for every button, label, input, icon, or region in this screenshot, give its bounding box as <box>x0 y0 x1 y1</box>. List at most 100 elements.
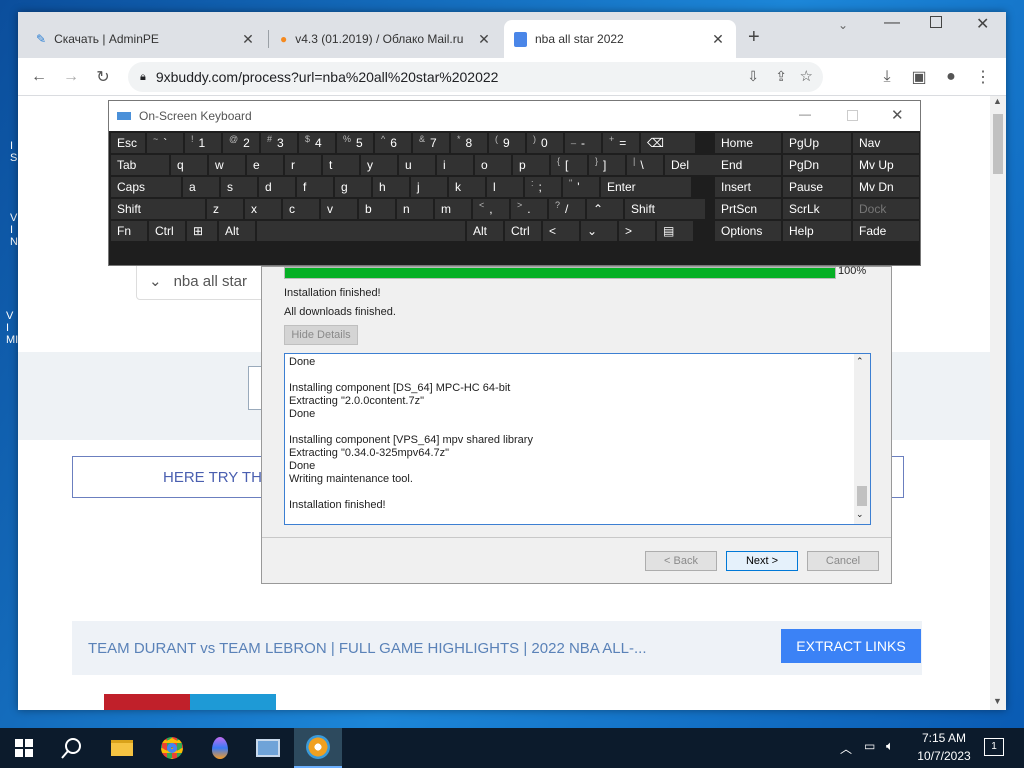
scroll-up-icon[interactable]: ⌃ <box>856 356 864 367</box>
osk-key[interactable]: ⊞ <box>187 221 217 241</box>
osk-key[interactable]: Tab <box>111 155 169 175</box>
osk-key[interactable]: k <box>449 177 485 197</box>
share-icon[interactable]: ⇪ <box>775 68 787 85</box>
sidebar-icon[interactable]: ▣ <box>908 66 930 88</box>
osk-key[interactable]: u <box>399 155 435 175</box>
osk-key[interactable] <box>257 221 465 241</box>
osk-key[interactable]: ! 1 <box>185 133 221 153</box>
next-button[interactable]: Next > <box>726 551 798 571</box>
menu-icon[interactable]: ⋮ <box>972 66 994 88</box>
file-explorer-icon[interactable] <box>98 728 146 768</box>
osk-nav-key[interactable]: PgUp <box>783 133 851 153</box>
osk-key[interactable]: ) 0 <box>527 133 563 153</box>
osk-key[interactable]: n <box>397 199 433 219</box>
osk-key[interactable]: ⌃ <box>587 199 623 219</box>
clock-time[interactable]: 7:15 AM <box>912 731 976 745</box>
osk-key[interactable]: * 8 <box>451 133 487 153</box>
osk-key[interactable]: {[ <box>551 155 587 175</box>
scroll-down-icon[interactable]: ▼ <box>993 696 1002 706</box>
osk-nav-key[interactable]: Mv Dn <box>853 177 919 197</box>
osk-nav-key[interactable]: Options <box>715 221 781 241</box>
osk-key[interactable]: & 7 <box>413 133 449 153</box>
osk-key[interactable]: w <box>209 155 245 175</box>
osk-nav-key[interactable]: Fade <box>853 221 919 241</box>
osk-key[interactable]: Alt <box>467 221 503 241</box>
download-icon[interactable]: ⤓ <box>876 66 898 88</box>
scroll-up-icon[interactable]: ▲ <box>993 96 1002 106</box>
osk-key[interactable]: e <box>247 155 283 175</box>
osk-key[interactable]: i <box>437 155 473 175</box>
osk-key[interactable]: | \ <box>627 155 663 175</box>
osk-key[interactable]: m <box>435 199 471 219</box>
tab-adminpe[interactable]: ✎ Скачать | AdminPE ✕ <box>26 20 266 58</box>
osk-key[interactable]: Enter <box>601 177 691 197</box>
notification-icon[interactable]: 1 <box>984 738 1004 756</box>
forward-arrow-icon[interactable]: → <box>60 66 82 88</box>
close-tab-icon[interactable]: ✕ <box>240 31 256 48</box>
osk-key[interactable]: q <box>171 155 207 175</box>
page-scrollbar[interactable]: ▲ ▼ <box>990 96 1006 710</box>
tab-nba[interactable]: nba all star 2022 ✕ <box>504 20 736 58</box>
cancel-button[interactable]: Cancel <box>807 551 879 571</box>
osk-key[interactable]: #3 <box>261 133 297 153</box>
osk-key[interactable]: d <box>259 177 295 197</box>
network-icon[interactable]: ▭ <box>864 739 875 753</box>
osk-key[interactable]: x <box>245 199 281 219</box>
osk-nav-key[interactable]: PgDn <box>783 155 851 175</box>
osk-key[interactable]: b <box>359 199 395 219</box>
scroll-thumb[interactable] <box>993 114 1003 174</box>
osk-key[interactable]: $4 <box>299 133 335 153</box>
osk-key[interactable]: Fn <box>111 221 147 241</box>
osk-key[interactable]: z <box>207 199 243 219</box>
osk-key[interactable]: > <box>619 221 655 241</box>
osk-key[interactable]: f <box>297 177 333 197</box>
osk-key[interactable]: _ - <box>565 133 601 153</box>
address-bar[interactable]: 🔒︎ 9xbuddy.com/process?url=nba%20all%20s… <box>128 62 823 92</box>
install-icon[interactable]: ⇩ <box>747 68 759 85</box>
osk-key[interactable]: >. <box>511 199 547 219</box>
osk-key[interactable]: @2 <box>223 133 259 153</box>
extract-links-button[interactable]: EXTRACT LINKS <box>781 629 921 663</box>
osk-key[interactable]: :; <box>525 177 561 197</box>
media-player-icon[interactable] <box>294 728 342 768</box>
close-icon[interactable]: ✕ <box>891 106 904 124</box>
log-scrollbar[interactable]: ⌃ ⌄ <box>854 354 870 524</box>
osk-key[interactable]: ? / <box>549 199 585 219</box>
osk-key[interactable]: }] <box>589 155 625 175</box>
osk-key[interactable]: p <box>513 155 549 175</box>
new-tab-icon[interactable]: + <box>748 26 760 49</box>
osk-nav-key[interactable]: ScrLk <box>783 199 851 219</box>
osk-key[interactable]: ⌫ <box>641 133 695 153</box>
osk-key[interactable]: Del <box>665 155 721 175</box>
back-button[interactable]: < Back <box>645 551 717 571</box>
osk-key[interactable]: c <box>283 199 319 219</box>
osk-key[interactable]: g <box>335 177 371 197</box>
osk-key[interactable]: ^ 6 <box>375 133 411 153</box>
star-icon[interactable]: ☆ <box>800 67 813 85</box>
osk-key[interactable]: < <box>543 221 579 241</box>
osk-key[interactable]: o <box>475 155 511 175</box>
osk-nav-key[interactable]: PrtScn <box>715 199 781 219</box>
scroll-down-icon[interactable]: ⌄ <box>856 509 864 520</box>
profile-icon[interactable]: ● <box>940 66 962 88</box>
osk-key[interactable]: v <box>321 199 357 219</box>
osk-key[interactable]: Ctrl <box>149 221 185 241</box>
search-icon[interactable] <box>48 728 96 768</box>
reload-icon[interactable]: ↻ <box>92 66 114 88</box>
osk-nav-key[interactable]: Nav <box>853 133 919 153</box>
chevron-up-icon[interactable]: ︿ <box>840 740 852 757</box>
minimize-icon[interactable]: — <box>799 107 811 121</box>
osk-key[interactable]: Ctrl <box>505 221 541 241</box>
video-thumbnail-right[interactable] <box>190 694 276 710</box>
osk-key[interactable]: Shift <box>111 199 205 219</box>
maximize-icon[interactable] <box>930 16 942 28</box>
osk-key[interactable]: h <box>373 177 409 197</box>
osk-nav-key[interactable]: Help <box>783 221 851 241</box>
osk-key[interactable]: (9 <box>489 133 525 153</box>
osk-nav-key[interactable]: End <box>715 155 781 175</box>
osk-key[interactable]: a <box>183 177 219 197</box>
control-panel-icon[interactable] <box>244 728 292 768</box>
osk-key[interactable]: + = <box>603 133 639 153</box>
osk-nav-key[interactable]: Dock <box>853 199 919 219</box>
osk-nav-key[interactable]: Pause <box>783 177 851 197</box>
